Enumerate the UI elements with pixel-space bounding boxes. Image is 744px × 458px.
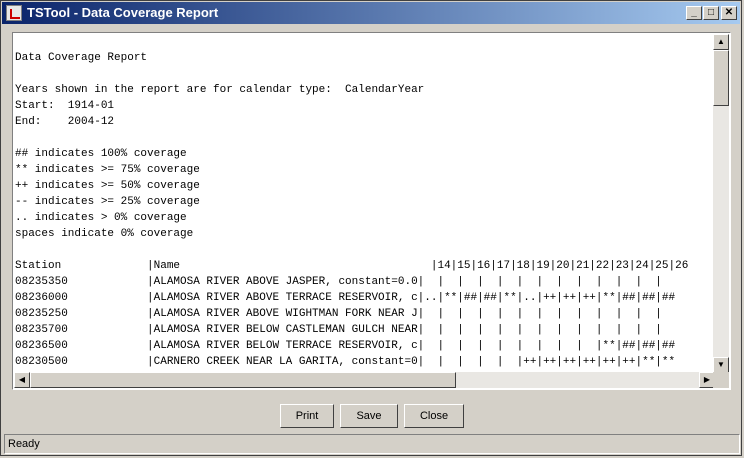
vertical-scroll-thumb[interactable] <box>713 50 729 106</box>
report-text-area[interactable]: Data Coverage Report Years shown in the … <box>14 34 715 373</box>
report-window: TSTool - Data Coverage Report _ □ ✕ Data… <box>0 0 742 456</box>
report-panel: Data Coverage Report Years shown in the … <box>12 32 731 390</box>
title-bar[interactable]: TSTool - Data Coverage Report _ □ ✕ <box>2 2 740 24</box>
scroll-corner <box>713 372 729 388</box>
close-button[interactable]: Close <box>404 404 464 428</box>
status-text: Ready <box>8 438 40 450</box>
status-bar: Ready <box>4 434 740 454</box>
report-text: Data Coverage Report Years shown in the … <box>15 52 689 368</box>
vertical-scrollbar[interactable]: ▲ ▼ <box>713 34 729 373</box>
scroll-down-button[interactable]: ▼ <box>713 357 729 373</box>
maximize-button[interactable]: □ <box>703 6 719 20</box>
minimize-button[interactable]: _ <box>686 6 702 20</box>
app-icon <box>6 5 22 21</box>
print-button[interactable]: Print <box>280 404 334 428</box>
scroll-left-button[interactable]: ◀ <box>14 372 30 388</box>
horizontal-scrollbar[interactable]: ◀ ▶ <box>14 372 715 388</box>
window-title: TSTool - Data Coverage Report <box>27 5 219 20</box>
horizontal-scroll-thumb[interactable] <box>30 372 456 388</box>
close-window-button[interactable]: ✕ <box>721 6 737 20</box>
scroll-up-button[interactable]: ▲ <box>713 34 729 50</box>
save-button[interactable]: Save <box>340 404 398 428</box>
